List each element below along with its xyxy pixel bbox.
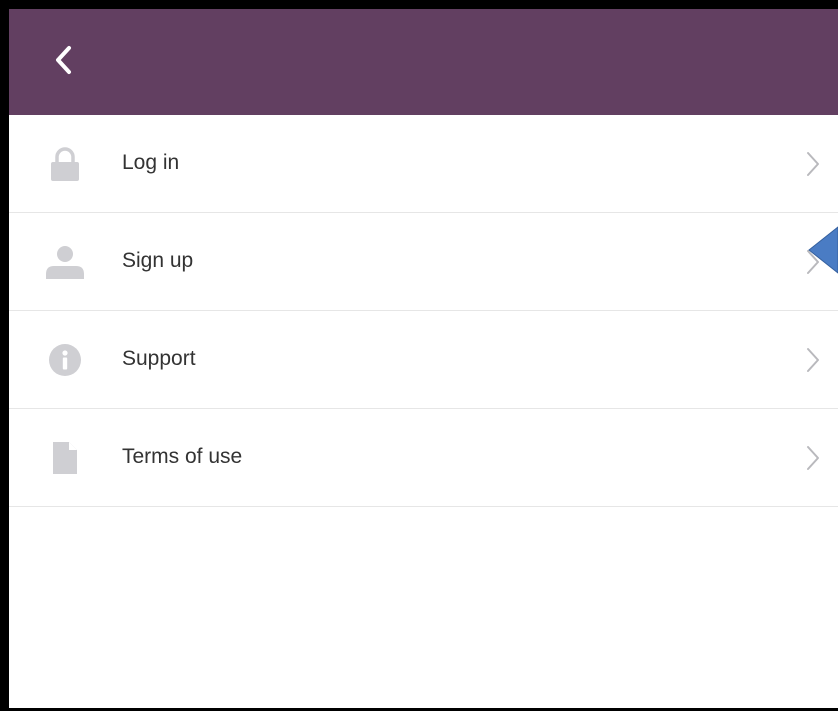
- settings-menu: Log in Sign up Support Terms of use: [9, 115, 838, 507]
- back-button[interactable]: [47, 42, 83, 78]
- info-icon: [45, 343, 85, 377]
- chevron-right-icon: [805, 347, 821, 373]
- menu-item-log-in[interactable]: Log in: [9, 115, 838, 213]
- menu-item-label: Sign up: [122, 249, 194, 272]
- app-frame: Log in Sign up Support Terms of use: [9, 9, 838, 708]
- menu-item-label: Log in: [122, 151, 180, 174]
- annotation-arrow-marker: [808, 225, 838, 275]
- menu-item-sign-up[interactable]: Sign up: [9, 213, 838, 311]
- menu-item-label: Support: [122, 347, 196, 370]
- chevron-right-icon: [805, 151, 821, 177]
- chevron-right-icon: [805, 445, 821, 471]
- lock-icon: [45, 147, 85, 181]
- menu-item-label: Terms of use: [122, 445, 243, 468]
- user-icon: [45, 245, 85, 279]
- document-icon: [45, 441, 85, 475]
- app-header: [9, 9, 838, 115]
- chevron-left-icon: [56, 46, 71, 74]
- menu-item-support[interactable]: Support: [9, 311, 838, 409]
- menu-item-terms-of-use[interactable]: Terms of use: [9, 409, 838, 507]
